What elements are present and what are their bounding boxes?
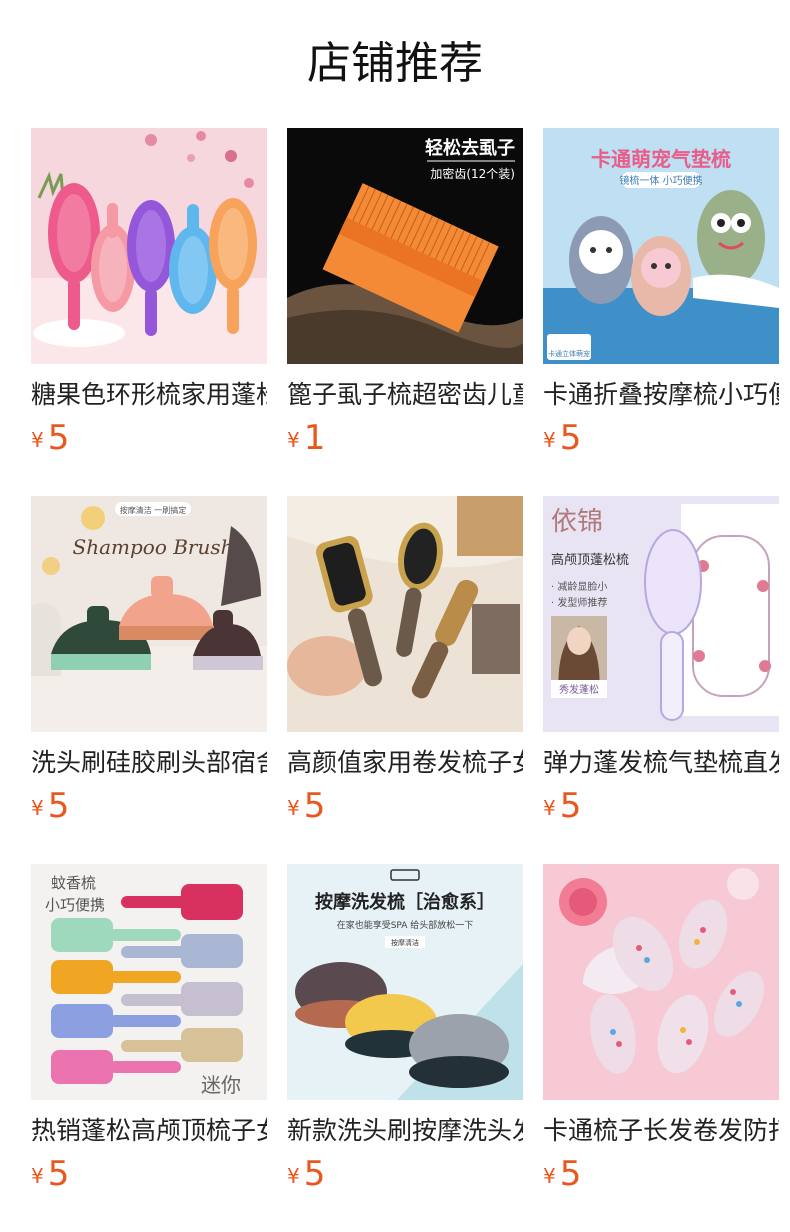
product-image[interactable]: 依锦 高颅顶蓬松梳 · 减龄显脸小 · 发型师推荐 秀发蓬松 [543, 496, 779, 732]
image-badge: 卡通立体萌宠 [548, 349, 590, 358]
product-grid: 糖果色环形梳家用蓬松 ¥5 轻松去虱子 加密齿(12个装) 篦子虱子梳超密齿儿童… [0, 0, 790, 1232]
product-card[interactable]: 轻松去虱子 加密齿(12个装) 篦子虱子梳超密齿儿童 ¥1 [287, 128, 523, 458]
image-caption: 蚊香梳 [51, 874, 96, 892]
currency-symbol: ¥ [287, 428, 300, 452]
product-price: ¥5 [287, 1154, 523, 1194]
product-price: ¥5 [543, 418, 779, 458]
product-name[interactable]: 篦子虱子梳超密齿儿童 [287, 378, 523, 412]
product-card[interactable]: 按摩清洁 一刷搞定 Shampoo Brush 洗头刷硅胶刷头部宿舍 ¥5 [31, 496, 267, 826]
product-card[interactable]: 蚊香梳 小巧便携 迷你 热销蓬松高颅顶梳子女 ¥5 [31, 864, 267, 1194]
product-price: ¥5 [287, 786, 523, 826]
image-tag: 镜梳一体 小巧便携 [619, 174, 702, 187]
product-image[interactable]: 轻松去虱子 加密齿(12个装) [287, 128, 523, 364]
currency-symbol: ¥ [31, 1164, 44, 1188]
product-image[interactable] [543, 864, 779, 1100]
product-price: ¥5 [543, 1154, 779, 1194]
product-name[interactable]: 新款洗头刷按摩洗头发 [287, 1114, 523, 1148]
price-value: 5 [559, 786, 582, 826]
product-price: ¥5 [31, 786, 267, 826]
product-card[interactable]: 依锦 高颅顶蓬松梳 · 减龄显脸小 · 发型师推荐 秀发蓬松 弹力蓬发梳气垫梳直… [543, 496, 779, 826]
currency-symbol: ¥ [287, 1164, 300, 1188]
price-value: 5 [47, 786, 70, 826]
currency-symbol: ¥ [543, 1164, 556, 1188]
product-name[interactable]: 糖果色环形梳家用蓬松 [31, 378, 267, 412]
product-card[interactable]: 按摩洗发梳［治愈系］ 在家也能享受SPA 给头部放松一下 按摩清洁 新款洗头刷按… [287, 864, 523, 1194]
image-caption: 按摩洗发梳［治愈系］ [315, 891, 495, 913]
product-image[interactable]: 按摩洗发梳［治愈系］ 在家也能享受SPA 给头部放松一下 按摩清洁 [287, 864, 523, 1100]
image-caption: 卡通萌宠气垫梳 [591, 147, 731, 171]
product-name[interactable]: 弹力蓬发梳气垫梳直发 [543, 746, 779, 780]
product-name[interactable]: 卡通折叠按摩梳小巧便携 [543, 378, 779, 412]
price-value: 5 [47, 1154, 70, 1194]
product-card[interactable]: 卡通梳子长发卷发防打结 ¥5 [543, 864, 779, 1194]
currency-symbol: ¥ [31, 428, 44, 452]
product-card[interactable]: 糖果色环形梳家用蓬松 ¥5 [31, 128, 267, 458]
image-badge: 按摩清洁 [391, 938, 419, 947]
image-tag: 按摩清洁 一刷搞定 [120, 505, 187, 515]
product-price: ¥1 [287, 418, 523, 458]
image-caption: 依锦 [551, 507, 603, 537]
image-tag: 加密齿(12个装) [430, 166, 515, 181]
product-price: ¥5 [543, 786, 779, 826]
product-image[interactable] [287, 496, 523, 732]
product-name[interactable]: 洗头刷硅胶刷头部宿舍 [31, 746, 267, 780]
image-badge: 秀发蓬松 [559, 683, 599, 696]
product-price: ¥5 [31, 1154, 267, 1194]
product-image[interactable]: 按摩清洁 一刷搞定 Shampoo Brush [31, 496, 267, 732]
currency-symbol: ¥ [543, 428, 556, 452]
price-value: 5 [303, 786, 326, 826]
image-bullet: · 减龄显脸小 [551, 580, 607, 593]
image-tag: 在家也能享受SPA 给头部放松一下 [337, 919, 474, 931]
image-caption: Shampoo Brush [73, 535, 234, 559]
currency-symbol: ¥ [543, 796, 556, 820]
price-value: 5 [559, 1154, 582, 1194]
image-caption: 轻松去虱子 [425, 137, 515, 159]
product-card[interactable]: 高颜值家用卷发梳子女 ¥5 [287, 496, 523, 826]
product-name[interactable]: 卡通梳子长发卷发防打结 [543, 1114, 779, 1148]
image-tag: 高颅顶蓬松梳 [551, 552, 629, 568]
price-value: 5 [47, 418, 70, 458]
image-tag: 小巧便携 [45, 896, 105, 914]
product-image[interactable]: 蚊香梳 小巧便携 迷你 [31, 864, 267, 1100]
price-value: 5 [303, 1154, 326, 1194]
product-price: ¥5 [31, 418, 267, 458]
price-value: 5 [559, 418, 582, 458]
currency-symbol: ¥ [31, 796, 44, 820]
product-card[interactable]: 卡通萌宠气垫梳 镜梳一体 小巧便携 卡通立体萌宠 卡通折叠按摩梳小巧便携 ¥5 [543, 128, 779, 458]
image-bullet: · 发型师推荐 [551, 596, 607, 609]
product-image[interactable]: 卡通萌宠气垫梳 镜梳一体 小巧便携 卡通立体萌宠 [543, 128, 779, 364]
product-name[interactable]: 高颜值家用卷发梳子女 [287, 746, 523, 780]
image-badge: 迷你 [201, 1073, 241, 1097]
product-image[interactable] [31, 128, 267, 364]
price-value: 1 [303, 418, 326, 458]
product-name[interactable]: 热销蓬松高颅顶梳子女 [31, 1114, 267, 1148]
currency-symbol: ¥ [287, 796, 300, 820]
